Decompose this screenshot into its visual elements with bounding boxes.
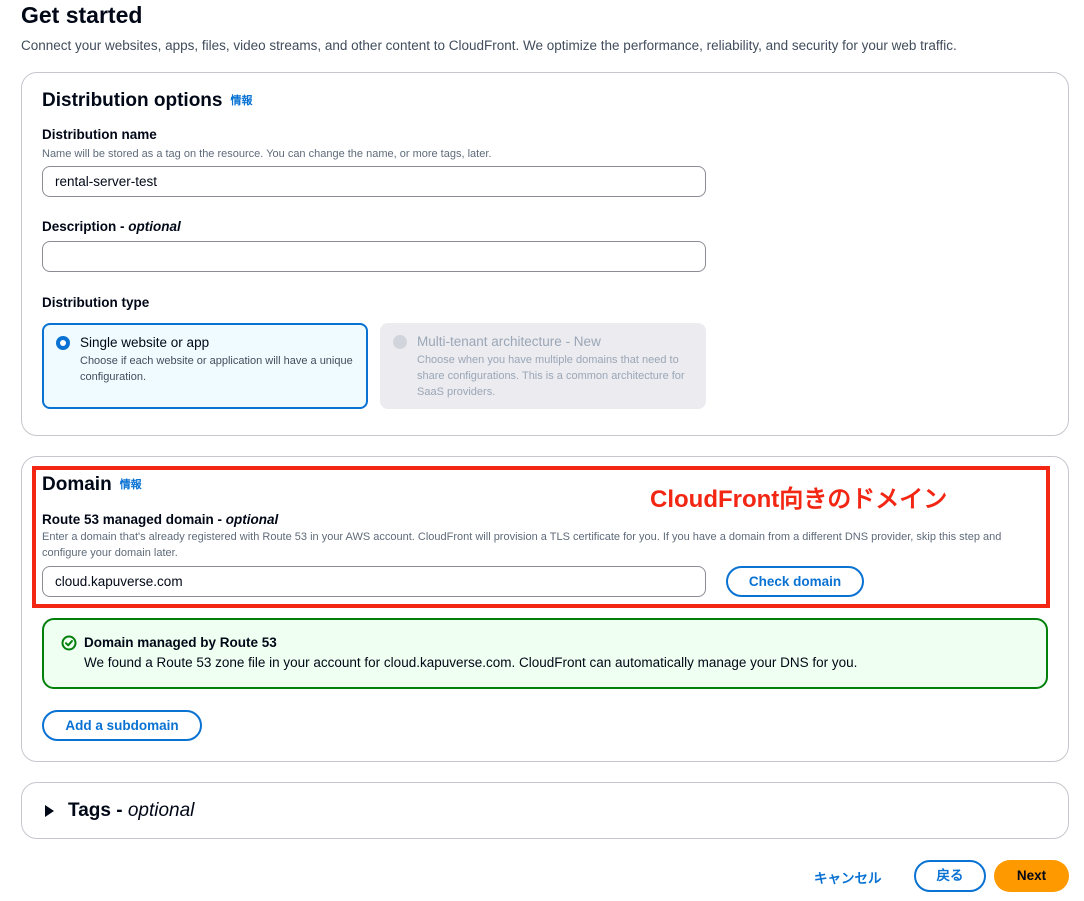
description-label-text: Description - — [42, 219, 129, 234]
description-label: Description - optional — [42, 219, 181, 234]
option-multi-tenant: Multi-tenant architecture - New Choose w… — [380, 323, 706, 409]
option-title: Multi-tenant architecture - New — [417, 334, 601, 349]
alert-message: We found a Route 53 zone file in your ac… — [84, 655, 858, 670]
check-domain-button[interactable]: Check domain — [726, 566, 864, 597]
page-title: Get started — [21, 2, 143, 28]
distribution-options-title: Distribution options — [42, 90, 223, 111]
route53-domain-label-text: Route 53 managed domain - — [42, 512, 226, 527]
domain-heading: Domain 情報 — [42, 474, 142, 496]
distribution-options-heading: Distribution options 情報 — [42, 90, 252, 112]
tags-heading[interactable]: Tags - optional — [68, 800, 194, 822]
distribution-type-label: Distribution type — [42, 295, 150, 310]
distribution-name-label: Distribution name — [42, 127, 157, 142]
optional-text: optional — [128, 219, 181, 234]
add-subdomain-button[interactable]: Add a subdomain — [42, 710, 202, 741]
distribution-options-panel: Distribution options 情報 Distribution name… — [21, 72, 1069, 436]
cancel-button[interactable]: キャンセル — [814, 867, 882, 887]
tags-panel[interactable]: Tags - optional — [21, 782, 1069, 839]
expand-caret-icon[interactable] — [44, 805, 55, 817]
domain-panel: CloudFront向きのドメイン Domain 情報 Route 53 mana… — [21, 456, 1069, 762]
optional-text: optional — [225, 512, 279, 527]
option-title: Single website or app — [80, 335, 210, 350]
option-description: Choose if each website or application wi… — [80, 355, 353, 383]
domain-input[interactable]: cloud.kapuverse.com — [42, 566, 706, 597]
option-description: Choose when you have multiple domains th… — [417, 354, 685, 398]
option-single-website[interactable]: Single website or app Choose if each web… — [42, 323, 368, 409]
page-subtitle: Connect your websites, apps, files, vide… — [21, 38, 957, 53]
distribution-name-input[interactable]: rental-server-test — [42, 166, 706, 197]
optional-text: optional — [127, 800, 195, 821]
route53-domain-description: Enter a domain that's already registered… — [42, 531, 1002, 559]
distribution-name-description: Name will be stored as a tag on the reso… — [42, 148, 492, 160]
tags-label: Tags - — [68, 800, 128, 821]
description-input[interactable] — [42, 241, 706, 272]
radio-selected-icon[interactable] — [56, 336, 70, 350]
domain-title: Domain — [42, 474, 112, 495]
alert-title: Domain managed by Route 53 — [84, 635, 277, 650]
success-check-icon — [61, 635, 77, 651]
info-link[interactable]: 情報 — [120, 479, 142, 491]
back-button[interactable]: 戻る — [914, 860, 986, 892]
success-alert: Domain managed by Route 53 We found a Ro… — [42, 618, 1048, 689]
info-link[interactable]: 情報 — [230, 95, 252, 107]
radio-disabled-icon — [393, 335, 407, 349]
next-button[interactable]: Next — [994, 860, 1069, 892]
annotation-label: CloudFront向きのドメイン — [650, 486, 948, 513]
route53-domain-label: Route 53 managed domain - optional — [42, 512, 278, 527]
